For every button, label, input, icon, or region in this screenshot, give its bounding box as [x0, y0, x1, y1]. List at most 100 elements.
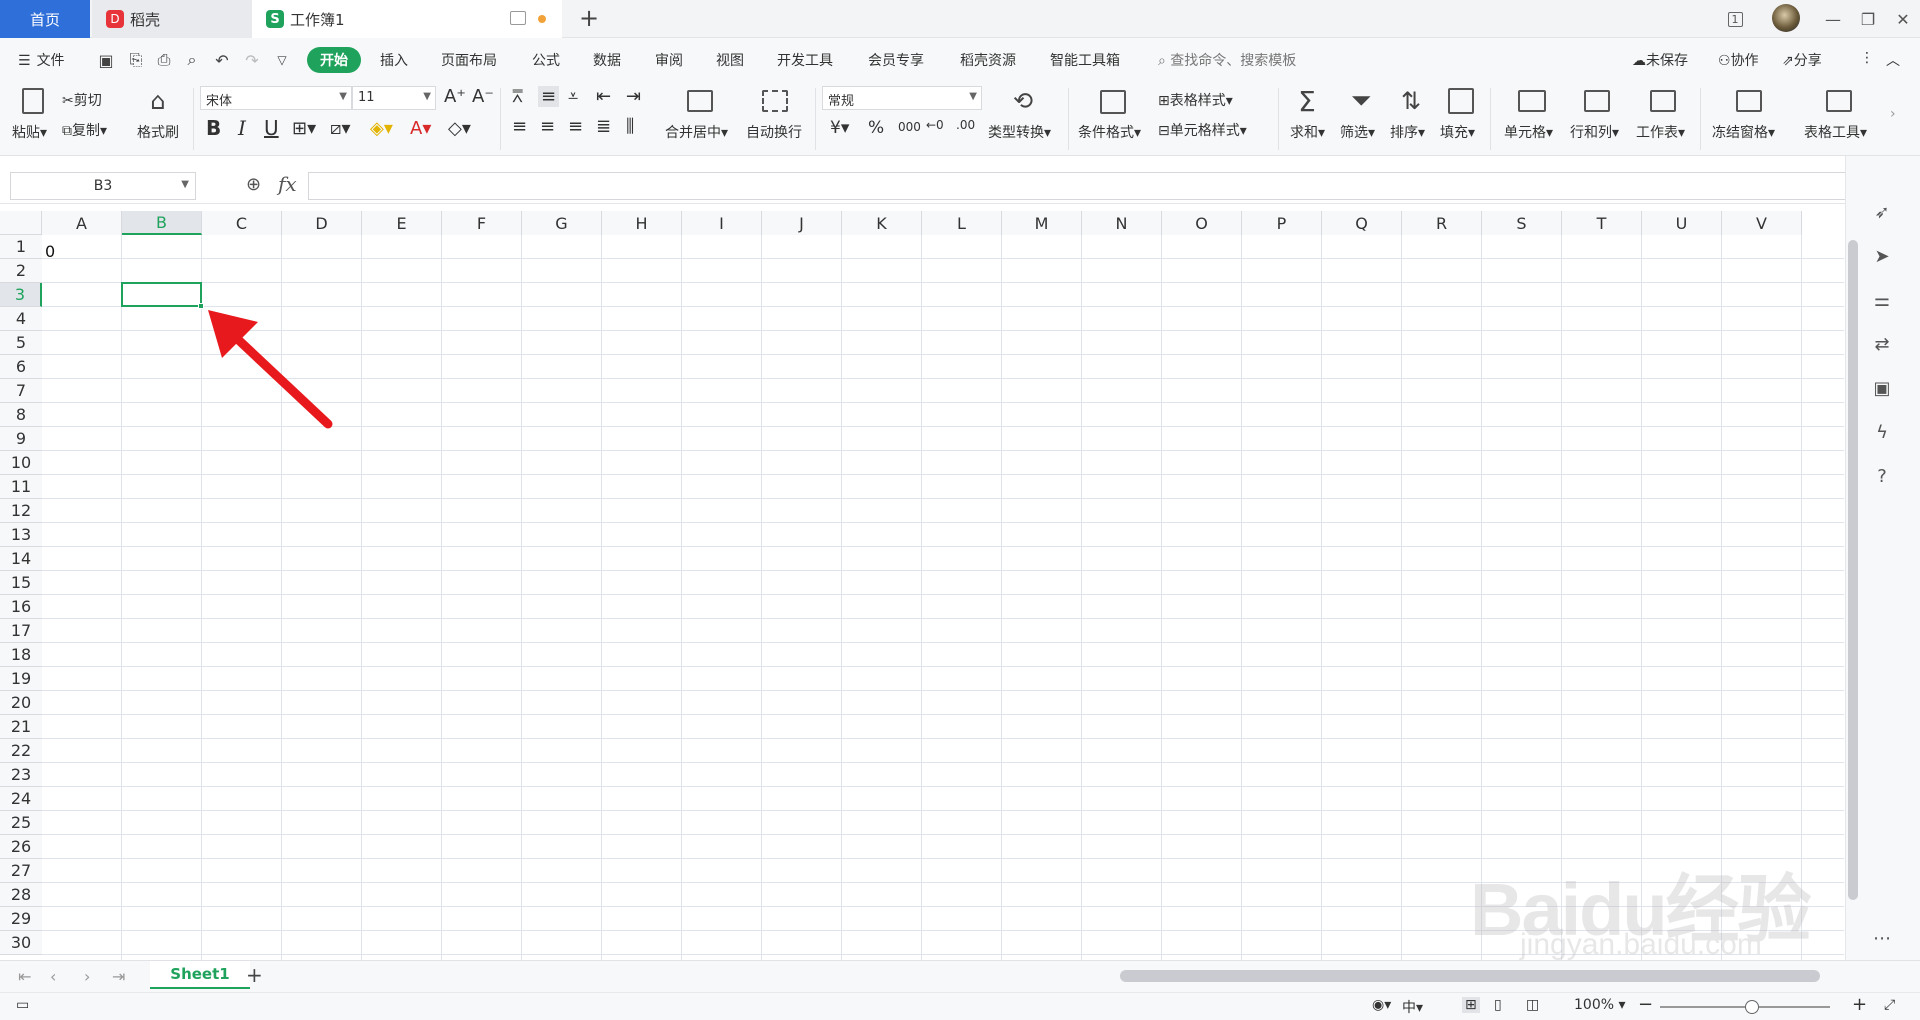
tab-home[interactable]: 首页 [0, 0, 90, 38]
image-settings-icon[interactable]: ▣ [1870, 376, 1894, 400]
eraser-icon[interactable]: ◇▾ [448, 118, 471, 139]
menu-insert[interactable]: 插入 [380, 50, 408, 70]
copy-button[interactable]: ⧉复制▾ [62, 120, 107, 140]
sliders-icon[interactable]: ⚌ [1870, 288, 1894, 312]
name-box[interactable]: B3 ▼ [10, 172, 196, 200]
row-header-19[interactable]: 19 [0, 667, 42, 691]
column-header-e[interactable]: E [362, 211, 442, 235]
type-convert-button[interactable]: 类型转换▾ [988, 122, 1051, 142]
increase-decimal-icon[interactable]: ←0 [926, 118, 944, 132]
number-format-select[interactable]: 常规 ▼ [822, 86, 982, 110]
row-header-21[interactable]: 21 [0, 715, 42, 739]
conditional-format-button[interactable]: 条件格式▾ [1078, 122, 1141, 142]
row-header-25[interactable]: 25 [0, 811, 42, 835]
normal-view-icon[interactable]: ⊞ [1462, 997, 1480, 1013]
page-layout-view-icon[interactable]: ▯ [1494, 997, 1502, 1013]
restore-icon[interactable]: ❐ [1855, 6, 1881, 32]
close-icon[interactable]: ✕ [1890, 6, 1916, 32]
cell-style-button[interactable]: ⊟单元格样式▾ [1158, 120, 1247, 140]
tab-docer[interactable]: D 稻壳 [92, 0, 252, 38]
menu-page-layout[interactable]: 页面布局 [441, 50, 497, 70]
align-center-icon[interactable]: ≡ [540, 116, 555, 137]
row-col-button[interactable]: 行和列▾ [1570, 122, 1619, 142]
column-header-g[interactable]: G [522, 211, 602, 235]
collab-button[interactable]: ⚇协作 [1718, 50, 1759, 70]
first-sheet-icon[interactable]: ⇤ [18, 967, 31, 986]
row-header-6[interactable]: 6 [0, 355, 42, 379]
rocket-icon[interactable]: ➶ [1870, 200, 1894, 224]
row-header-26[interactable]: 26 [0, 835, 42, 859]
cell-shape-icon[interactable]: ⧄▾ [330, 118, 350, 139]
row-header-24[interactable]: 24 [0, 787, 42, 811]
customize-dropdown-icon[interactable]: ▽ [272, 50, 292, 70]
cut-button[interactable]: ✂剪切 [62, 90, 102, 110]
row-header-1[interactable]: 1 [0, 235, 42, 259]
minimize-icon[interactable]: — [1820, 6, 1846, 32]
print-preview-icon[interactable]: ⌕ [182, 50, 202, 70]
row-header-10[interactable]: 10 [0, 451, 42, 475]
sort-button[interactable]: 排序▾ [1390, 122, 1425, 142]
align-left-icon[interactable]: ≡ [512, 116, 527, 137]
fill-color-icon[interactable]: ◈▾ [370, 118, 393, 139]
row-header-13[interactable]: 13 [0, 523, 42, 547]
undo-icon[interactable]: ↶ [212, 50, 232, 70]
zoom-out-icon[interactable]: − [1638, 994, 1653, 1015]
select-all-corner[interactable] [0, 211, 42, 235]
row-header-14[interactable]: 14 [0, 547, 42, 571]
percent-button[interactable]: % [868, 118, 884, 138]
column-header-h[interactable]: H [602, 211, 682, 235]
menu-formula[interactable]: 公式 [532, 50, 560, 70]
row-header-16[interactable]: 16 [0, 595, 42, 619]
row-header-9[interactable]: 9 [0, 427, 42, 451]
account-badge-icon[interactable]: 1 [1722, 6, 1748, 32]
column-header-s[interactable]: S [1482, 211, 1562, 235]
zoom-slider-handle[interactable] [1745, 1000, 1759, 1014]
sheet-tab-sheet1[interactable]: Sheet1 [150, 961, 250, 989]
horizontal-scrollbar[interactable] [1120, 970, 1820, 982]
column-header-o[interactable]: O [1162, 211, 1242, 235]
fullscreen-icon[interactable]: ⤢ [1884, 997, 1895, 1013]
print-icon[interactable]: ⎙ [154, 50, 174, 70]
column-header-b[interactable]: B [122, 211, 202, 235]
distribute-icon[interactable]: ⫼ [626, 116, 634, 137]
redo-icon[interactable]: ↷ [242, 50, 262, 70]
column-header-q[interactable]: Q [1322, 211, 1402, 235]
menu-smart-toolbox[interactable]: 智能工具箱 [1050, 50, 1120, 70]
increase-font-icon[interactable]: A⁺ [444, 86, 466, 107]
row-header-27[interactable]: 27 [0, 859, 42, 883]
menu-review[interactable]: 审阅 [655, 50, 683, 70]
monitor-icon[interactable] [510, 11, 526, 25]
menu-home-tab[interactable]: 开始 [307, 47, 361, 73]
row-header-3[interactable]: 3 [0, 283, 42, 307]
transform-icon[interactable]: ⇄ [1870, 332, 1894, 356]
page-break-view-icon[interactable]: ◫ [1526, 997, 1539, 1013]
cell-a1[interactable]: 0 [45, 242, 55, 261]
column-header-m[interactable]: M [1002, 211, 1082, 235]
row-header-23[interactable]: 23 [0, 763, 42, 787]
zoom-select[interactable]: 100% ▾ [1574, 997, 1626, 1013]
decrease-font-icon[interactable]: A⁻ [472, 86, 494, 107]
font-size-select[interactable]: 11 ▼ [352, 86, 436, 110]
table-style-button[interactable]: ⊞表格样式▾ [1158, 90, 1233, 110]
more-icon[interactable]: ⋮ [1860, 50, 1874, 66]
currency-button[interactable]: ¥▾ [830, 118, 849, 138]
last-sheet-icon[interactable]: ⇥ [112, 967, 125, 986]
align-bottom-icon[interactable]: ⩡ [568, 86, 578, 107]
outdent-icon[interactable]: ⇤ [596, 86, 611, 107]
row-header-12[interactable]: 12 [0, 499, 42, 523]
row-header-2[interactable]: 2 [0, 259, 42, 283]
column-header-l[interactable]: L [922, 211, 1002, 235]
menu-developer[interactable]: 开发工具 [777, 50, 833, 70]
column-header-a[interactable]: A [42, 211, 122, 235]
eye-protection-icon[interactable]: ◉▾ [1372, 997, 1391, 1013]
lightning-icon[interactable]: ϟ [1870, 420, 1894, 444]
bold-button[interactable]: B [206, 116, 221, 140]
help-icon[interactable]: ? [1870, 464, 1894, 488]
save-icon[interactable]: ▣ [96, 50, 116, 70]
row-header-18[interactable]: 18 [0, 643, 42, 667]
column-header-v[interactable]: V [1722, 211, 1802, 235]
column-header-p[interactable]: P [1242, 211, 1322, 235]
zoom-in-icon[interactable]: + [1852, 994, 1867, 1015]
collapse-ribbon-icon[interactable]: ︿ [1886, 50, 1900, 70]
table-tools-button[interactable]: 表格工具▾ [1804, 122, 1867, 142]
